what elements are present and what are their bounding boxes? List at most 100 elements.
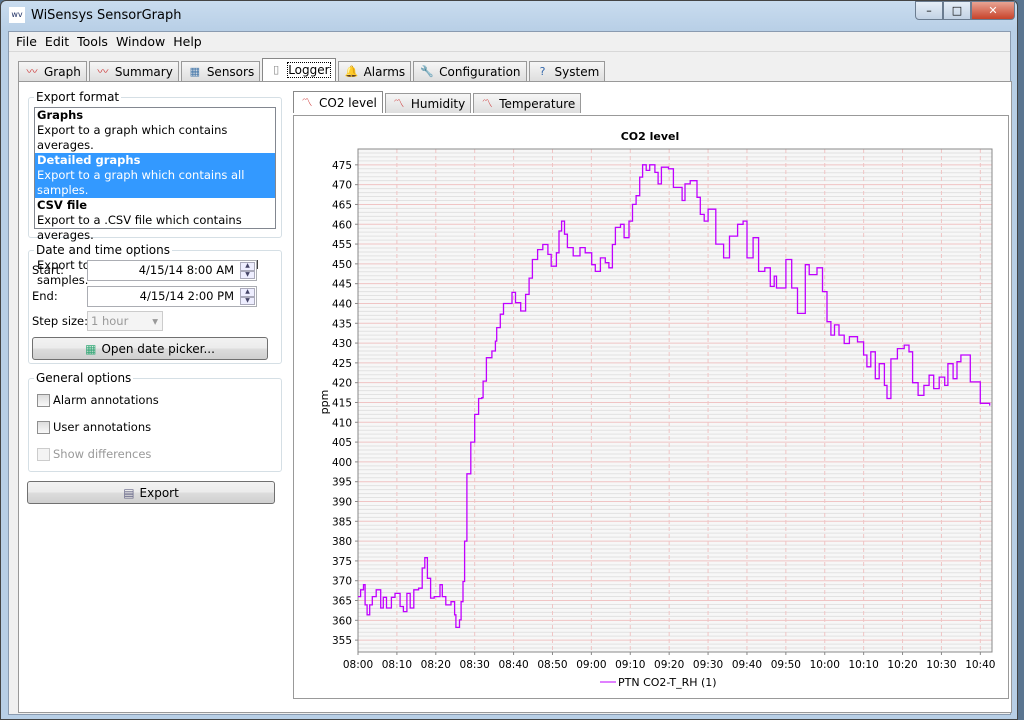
x-tick-label: 08:40 xyxy=(498,659,528,671)
end-date-input[interactable]: 4/15/14 2:00 PM ▲ ▼ xyxy=(87,286,257,307)
step-size-select: 1 hour ▾ xyxy=(87,311,163,331)
start-label: Start: xyxy=(32,263,64,277)
x-tick-label: 10:10 xyxy=(849,659,879,671)
y-tick-label: 445 xyxy=(332,279,352,291)
export-format-list[interactable]: Graphs Export to a graph which contains a… xyxy=(34,107,276,287)
y-tick-label: 455 xyxy=(332,239,352,251)
minimize-button[interactable]: – xyxy=(915,1,943,20)
tab-logger[interactable]: ▯ Logger xyxy=(262,58,336,81)
y-tick-label: 420 xyxy=(332,378,352,390)
y-tick-label: 425 xyxy=(332,358,352,370)
export-option-csv[interactable]: CSV file Export to a .CSV file which cont… xyxy=(35,198,275,243)
window-title: WiSensys SensorGraph xyxy=(31,7,182,23)
tab-graph[interactable]: 〰 Graph xyxy=(18,61,87,81)
chart-panel: CO2 level ppm 355 360 365 370 375 380 385 390 39… xyxy=(293,115,1009,699)
chart-title: CO2 level xyxy=(621,130,680,143)
y-tick-label: 365 xyxy=(332,596,352,608)
tab-temperature[interactable]: 〽 Temperature xyxy=(473,93,582,113)
y-tick-label: 440 xyxy=(332,298,352,310)
x-tick-label: 08:00 xyxy=(343,659,373,671)
y-tick-label: 385 xyxy=(332,516,352,528)
chart-icon: 〽 xyxy=(481,96,493,110)
menu-file[interactable]: File xyxy=(12,34,41,51)
y-tick-label: 360 xyxy=(332,615,352,627)
menu-window[interactable]: Window xyxy=(112,34,169,51)
x-tick-label: 09:20 xyxy=(654,659,684,671)
summary-icon: 〰 xyxy=(97,64,109,78)
x-tick-label: 10:00 xyxy=(810,659,840,671)
start-date-input[interactable]: 4/15/14 8:00 AM ▲ ▼ xyxy=(87,260,257,281)
app-logo: wv xyxy=(9,7,25,23)
chevron-down-icon: ▾ xyxy=(152,314,158,328)
x-tick-label: 09:30 xyxy=(693,659,723,671)
export-button[interactable]: ▤ Export xyxy=(27,481,275,504)
y-tick-label: 435 xyxy=(332,318,352,330)
wrench-icon: 🔧 xyxy=(420,64,434,78)
main-tabs: 〰 Graph 〰 Summary ▦ Sensors ▯ Logger 🔔 Alarms… xyxy=(18,58,607,81)
alarm-annotations-checkbox[interactable]: Alarm annotations xyxy=(37,393,159,407)
x-tick-label: 10:20 xyxy=(887,659,917,671)
y-tick-label: 470 xyxy=(332,180,352,192)
export-option-graphs[interactable]: Graphs Export to a graph which contains a… xyxy=(35,108,275,153)
y-tick-label: 370 xyxy=(332,576,352,588)
spin-up-icon[interactable]: ▲ xyxy=(240,262,255,271)
tab-summary[interactable]: 〰 Summary xyxy=(88,61,179,81)
table-icon: ▦ xyxy=(189,64,201,78)
y-tick-label: 475 xyxy=(332,160,352,172)
tab-configuration[interactable]: 🔧 Configuration xyxy=(413,61,527,81)
tab-co2-level[interactable]: 〽 CO2 level xyxy=(293,91,383,113)
y-tick-label: 395 xyxy=(332,477,352,489)
y-tick-label: 400 xyxy=(332,457,352,469)
x-tick-label: 08:50 xyxy=(537,659,567,671)
x-tick-label: 09:50 xyxy=(771,659,801,671)
x-tick-label: 10:40 xyxy=(965,659,995,671)
legend-label: PTN CO2-T_RH (1) xyxy=(618,676,717,689)
chart-tabs: 〽 CO2 level 〽 Humidity 〽 Temperature xyxy=(293,91,583,113)
user-annotations-checkbox[interactable]: User annotations xyxy=(37,420,151,434)
end-label: End: xyxy=(32,289,58,303)
tab-humidity[interactable]: 〽 Humidity xyxy=(384,93,472,113)
show-differences-checkbox: Show differences xyxy=(37,447,151,461)
x-tick-label: 08:10 xyxy=(382,659,412,671)
tab-sensors[interactable]: ▦ Sensors xyxy=(180,61,261,81)
menu-help[interactable]: Help xyxy=(169,34,206,51)
y-tick-label: 430 xyxy=(332,338,352,350)
y-tick-label: 380 xyxy=(332,536,352,548)
y-axis-label: ppm xyxy=(318,390,331,415)
menu-bar: File Edit Tools Window Help xyxy=(9,32,1010,52)
chart-icon: 〽 xyxy=(393,96,405,110)
x-tick-label: 08:30 xyxy=(460,659,490,671)
spin-down-icon[interactable]: ▼ xyxy=(240,296,255,305)
export-format-group: Export format Graphs Export to a graph wh… xyxy=(28,90,282,287)
close-button[interactable]: ✕ xyxy=(971,1,1015,20)
tab-system[interactable]: ? System xyxy=(528,61,606,81)
app-window: wv WiSensys SensorGraph – □ ✕ File Edit … xyxy=(0,0,1018,720)
y-tick-label: 460 xyxy=(332,219,352,231)
general-options-group: General options Alarm annotations User a… xyxy=(28,371,282,472)
logger-panel: Export format Graphs Export to a graph wh… xyxy=(18,81,1012,713)
bell-icon: 🔔 xyxy=(344,64,359,78)
x-tick-label: 09:10 xyxy=(615,659,645,671)
export-icon: ▤ xyxy=(123,485,135,500)
y-tick-label: 410 xyxy=(332,417,352,429)
help-icon: ? xyxy=(539,64,546,78)
menu-tools[interactable]: Tools xyxy=(73,34,112,51)
maximize-button[interactable]: □ xyxy=(943,1,971,20)
logger-icon: ▯ xyxy=(273,63,280,76)
y-tick-label: 450 xyxy=(332,259,352,271)
y-tick-label: 415 xyxy=(332,397,352,409)
menu-edit[interactable]: Edit xyxy=(41,34,73,51)
spin-up-icon[interactable]: ▲ xyxy=(240,288,255,297)
export-option-detailed-graphs[interactable]: Detailed graphs Export to a graph which c… xyxy=(35,153,275,198)
x-tick-label: 09:00 xyxy=(576,659,606,671)
tab-alarms[interactable]: 🔔 Alarms xyxy=(337,61,412,81)
x-tick-label: 09:40 xyxy=(732,659,762,671)
y-tick-label: 405 xyxy=(332,437,352,449)
chart-icon: 〽 xyxy=(301,95,313,109)
graph-icon: 〰 xyxy=(26,64,38,78)
spin-down-icon[interactable]: ▼ xyxy=(240,270,255,279)
open-date-picker-button[interactable]: ▦ Open date picker... xyxy=(32,337,268,360)
y-tick-label: 375 xyxy=(332,556,352,568)
step-size-label: Step size: xyxy=(32,314,89,328)
y-tick-label: 465 xyxy=(332,199,352,211)
